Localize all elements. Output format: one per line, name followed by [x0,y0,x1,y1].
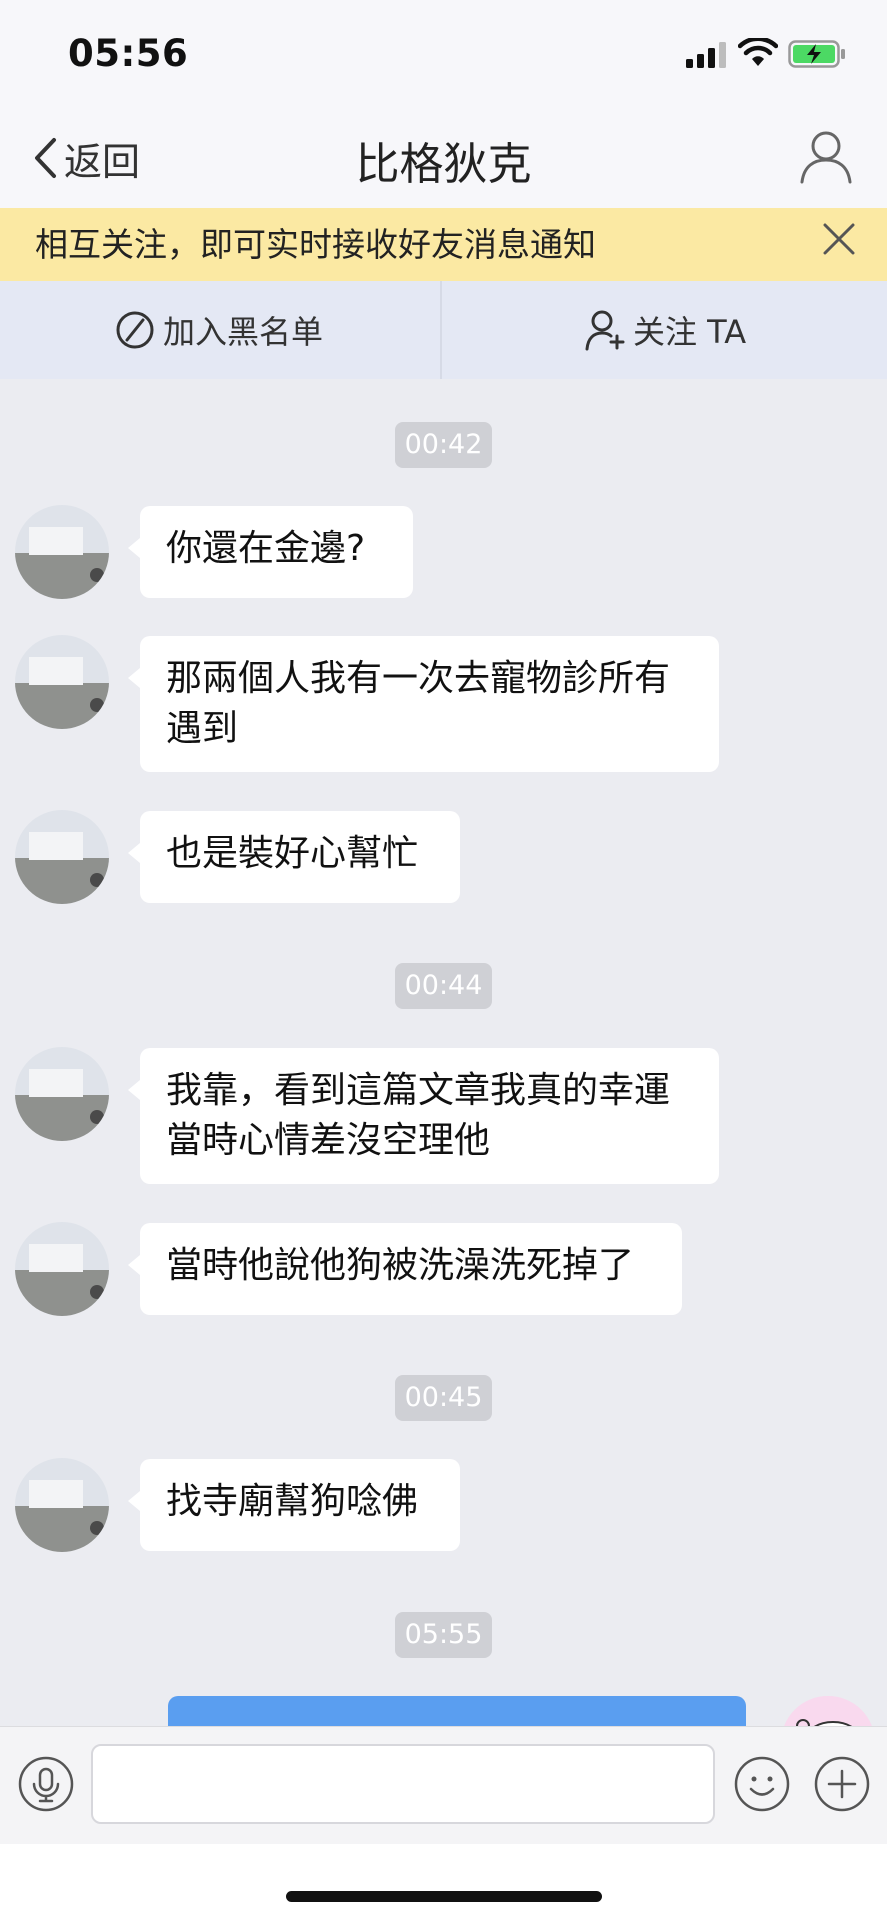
message-text: 找寺廟幫狗唸佛 [166,1481,419,1522]
message-text-line: 那兩個人我有一次去寵物診所有 [166,658,671,699]
avatar[interactable] [15,810,109,904]
timestamp-label: 00:45 [394,1375,493,1421]
message-input[interactable] [91,1744,715,1824]
notice-text: 相互关注，即可实时接收好友消息通知 [35,225,596,264]
avatar[interactable] [15,635,109,729]
timestamp-label: 00:42 [394,422,493,468]
home-indicator[interactable] [286,1891,602,1902]
microphone-icon[interactable] [18,1756,74,1812]
message-bubble[interactable]: 找寺廟幫狗唸佛 [128,1459,460,1551]
timestamp: 00:42 [0,422,887,468]
status-time: 05:56 [68,32,189,75]
timestamp: 00:45 [0,1375,887,1421]
message-bubble[interactable]: 那兩個人我有一次去寵物診所有 遇到 [128,636,719,772]
profile-button[interactable] [798,128,854,184]
wifi-icon [738,38,778,66]
block-icon [116,311,154,349]
home-area [0,1844,887,1920]
action-bar: 加入黑名单 关注 TA [0,281,887,379]
emoji-icon[interactable] [734,1756,790,1812]
action-divider [440,281,442,379]
message-bubble[interactable]: 當時他說他狗被洗澡洗死掉了 [128,1223,682,1315]
follow-label: 关注 TA [633,313,747,351]
message-text-line: 遇到 [166,708,239,749]
timestamp-label: 00:44 [394,963,493,1009]
block-label: 加入黑名单 [163,313,324,351]
message-text-line: 我靠，看到這篇文章我真的幸運 [166,1070,671,1111]
back-label: 返回 [64,139,141,184]
avatar[interactable] [15,505,109,599]
avatar-image [15,1458,109,1552]
avatar-image [15,1047,109,1141]
timestamp: 05:55 [0,1612,887,1658]
back-button[interactable]: 返回 [32,128,140,188]
message-text: 你還在金邊? [166,528,366,569]
avatar[interactable] [15,1222,109,1316]
message-text-line: 當時心情差沒空理他 [166,1120,491,1161]
avatar-image [15,810,109,904]
follow-button[interactable]: 关注 TA [585,281,746,379]
battery-charging-icon [788,40,845,68]
avatar-image [15,1222,109,1316]
timestamp-label: 05:55 [394,1612,493,1658]
close-icon[interactable] [820,220,858,258]
timestamp: 00:44 [0,963,887,1009]
avatar-image [15,635,109,729]
plus-icon[interactable] [814,1756,870,1812]
follow-notice-banner: 相互关注，即可实时接收好友消息通知 [0,208,887,281]
avatar[interactable] [15,1047,109,1141]
avatar[interactable] [15,1458,109,1552]
chevron-left-icon [35,138,56,178]
message-bubble[interactable]: 你還在金邊? [128,506,413,598]
avatar-image [15,505,109,599]
cellular-signal-icon [686,42,726,68]
message-text: 當時他說他狗被洗澡洗死掉了 [166,1245,635,1286]
message-text: 也是裝好心幫忙 [166,833,419,874]
add-user-icon [585,310,625,351]
message-bubble[interactable]: 我靠，看到這篇文章我真的幸運 當時心情差沒空理他 [128,1048,719,1184]
message-bubble[interactable]: 也是裝好心幫忙 [128,811,460,903]
chat-title: 比格狄克 [355,139,532,190]
add-to-blacklist-button[interactable]: 加入黑名单 [115,281,323,379]
